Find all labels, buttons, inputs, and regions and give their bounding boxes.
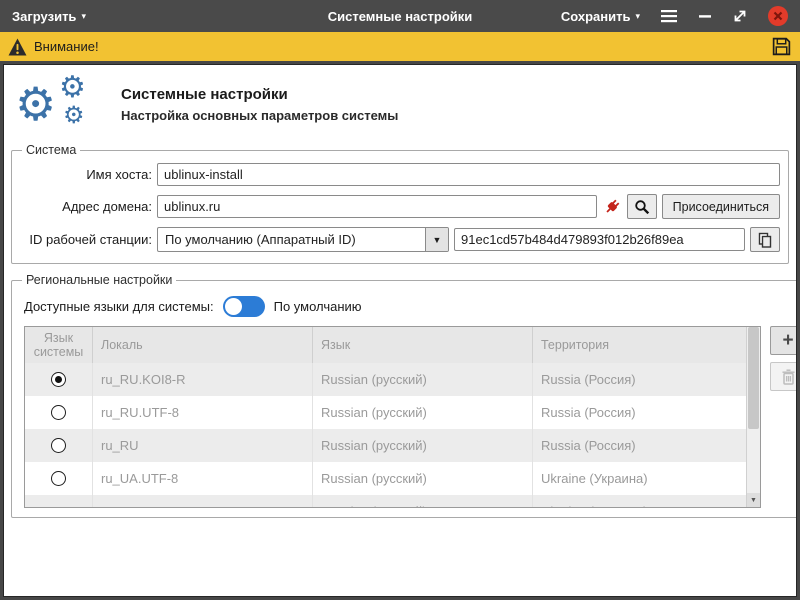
table-row[interactable]: ru_RU Russian (русский) Russia (Россия) [25,429,746,462]
search-button[interactable] [627,194,657,219]
column-header-locale: Локаль [93,327,313,363]
locale-cell: ru_RU.UTF-8 [93,396,313,429]
save-button[interactable] [771,36,792,57]
hamburger-icon [660,9,678,23]
column-header-language: Язык [313,327,533,363]
maximize-icon [732,8,748,24]
domain-input[interactable] [157,195,597,218]
table-header-row: Язык системы Локаль Язык Территория [25,327,746,363]
hostname-input[interactable] [157,163,780,186]
regional-group-legend: Региональные настройки [22,273,176,287]
language-cell: Russian (русский) [313,462,533,495]
scrollbar-thumb[interactable] [748,327,759,429]
column-header-system-language: Язык системы [25,327,93,363]
search-icon [634,199,650,215]
vertical-scrollbar[interactable]: ▼ [746,327,760,507]
join-button[interactable]: Присоединиться [662,194,780,219]
gear-glyph: ⚙ [59,73,86,103]
toggle-knob [225,298,242,315]
language-cell: Russian (русский) [313,429,533,462]
locale-cell: ru_RU.KOI8-R [93,363,313,396]
save-menu-button[interactable]: Сохранить ▾ [561,9,640,24]
territory-cell: Russia (Россия) [533,363,746,396]
close-button[interactable] [768,6,788,26]
station-id-label: ID рабочей станции: [20,232,152,247]
load-menu-label: Загрузить [12,9,76,24]
gears-icon: ⚙ ⚙ ⚙ [15,75,107,133]
window-title: Системные настройки [328,9,473,24]
chevron-down-icon: ▾ [635,12,640,21]
territory-cell: Russia (Россия) [533,396,746,429]
language-cell: Russian (русский) [313,396,533,429]
station-id-selected-value: По умолчанию (Аппаратный ID) [158,232,425,247]
locale-cell: ru_UA.UTF-8 [93,462,313,495]
warning-message: Внимание! [34,39,99,54]
add-locale-button[interactable]: + [770,326,797,355]
page-subtitle: Настройка основных параметров системы [121,108,398,123]
scroll-down-button[interactable]: ▼ [747,493,760,507]
minimize-button[interactable] [698,9,712,23]
delete-locale-button[interactable] [770,362,797,391]
save-menu-label: Сохранить [561,9,631,24]
default-languages-toggle[interactable] [223,296,265,317]
territory-cell: Ukraine (Украина) [533,462,746,495]
hamburger-menu-button[interactable] [660,9,678,23]
minimize-icon [698,9,712,23]
language-cell: Russian (русский) [313,363,533,396]
column-header-territory: Территория [533,327,746,363]
hardware-id-field[interactable] [454,228,745,251]
main-panel: ⚙ ⚙ ⚙ Системные настройки Настройка осно… [3,64,797,597]
table-row[interactable]: ru_UA Russian (русский) Ukraine (Украина… [25,495,746,508]
locale-radio[interactable] [51,438,66,453]
station-id-select[interactable]: По умолчанию (Аппаратный ID) ▼ [157,227,449,252]
table-row[interactable]: ru_UA.UTF-8 Russian (русский) Ukraine (У… [25,462,746,495]
locale-radio[interactable] [51,405,66,420]
chevron-down-icon: ▼ [425,228,448,251]
window: Загрузить ▾ Системные настройки Сохранит… [0,0,800,600]
system-group: Система Имя хоста: Адрес домена: [11,143,789,264]
territory-cell: Ukraine (Украина) [533,495,746,508]
available-languages-label: Доступные языки для системы: [24,299,214,314]
system-group-legend: Система [22,143,80,157]
domain-label: Адрес домена: [20,199,152,214]
locale-cell: ru_RU [93,429,313,462]
chevron-down-icon: ▾ [81,12,86,21]
warning-icon [8,38,27,56]
maximize-button[interactable] [732,8,748,24]
gear-glyph: ⚙ [15,81,56,127]
toggle-state-label: По умолчанию [274,299,362,314]
load-menu-button[interactable]: Загрузить ▾ [12,9,86,24]
locale-cell: ru_UA [93,495,313,508]
territory-cell: Russia (Россия) [533,429,746,462]
table-row[interactable]: ru_RU.KOI8-R Russian (русский) Russia (Р… [25,363,746,396]
language-cell: Russian (русский) [313,495,533,508]
warning-bar: Внимание! [0,32,800,61]
gear-glyph: ⚙ [63,103,85,127]
titlebar: Загрузить ▾ Системные настройки Сохранит… [0,0,800,32]
close-icon [768,6,788,26]
floppy-disk-icon [771,36,792,57]
module-header: ⚙ ⚙ ⚙ Системные настройки Настройка осно… [15,75,789,133]
copy-icon [757,232,773,248]
table-row[interactable]: ru_RU.UTF-8 Russian (русский) Russia (Ро… [25,396,746,429]
locale-radio[interactable] [51,471,66,486]
page-title: Системные настройки [121,86,398,103]
hostname-label: Имя хоста: [20,167,152,182]
locales-table: Язык системы Локаль Язык Территория ru_R… [24,326,761,508]
locale-radio[interactable] [51,372,66,387]
window-frame: ⚙ ⚙ ⚙ Системные настройки Настройка осно… [0,61,800,600]
trash-icon [781,369,796,385]
disconnected-plug-icon [602,197,622,217]
copy-button[interactable] [750,227,780,252]
regional-group: Региональные настройки Доступные языки д… [11,273,797,518]
